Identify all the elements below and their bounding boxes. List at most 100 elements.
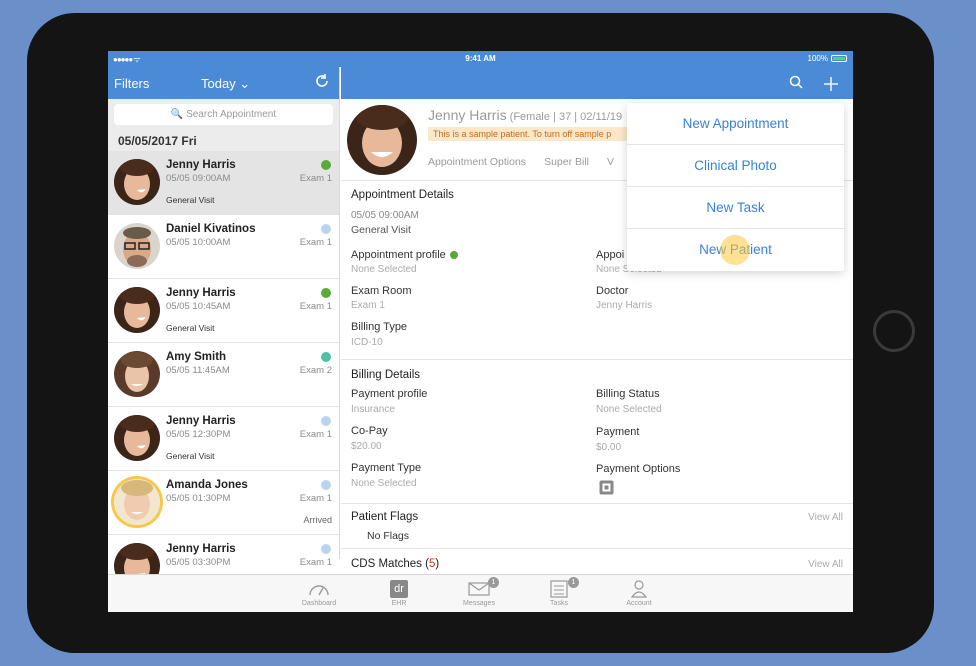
status-dot xyxy=(321,288,331,298)
copay-value[interactable]: $20.00 xyxy=(351,441,382,452)
tab-label: Messages xyxy=(463,600,495,607)
list-item[interactable]: Jenny Harris 05/05 10:45AM General Visit… xyxy=(108,279,339,343)
tab-messages[interactable]: 1 Messages xyxy=(449,577,509,607)
ehr-icon: dr xyxy=(369,578,429,600)
patient-name: Jenny Harris xyxy=(166,415,236,427)
tasks-icon: 1 xyxy=(529,577,589,600)
billing-type-value[interactable]: ICD-10 xyxy=(351,337,383,348)
patient-flags-view-all[interactable]: View All xyxy=(808,512,843,523)
status-dot xyxy=(321,480,331,490)
billing-status-value[interactable]: None Selected xyxy=(596,404,662,415)
cds-matches-view-all[interactable]: View All xyxy=(808,559,843,570)
payment-profile-label: Payment profile xyxy=(351,388,428,400)
visit-type: General Visit xyxy=(166,195,215,205)
billing-type-label: Billing Type xyxy=(351,321,408,333)
appointment-profile-text: Appointment profile xyxy=(351,249,446,261)
search-bar: 🔍 Search Appointment xyxy=(108,99,339,131)
tap-indicator xyxy=(720,235,750,265)
tab-appointment-options[interactable]: Appointment Options xyxy=(428,156,526,168)
menu-item-new-appointment[interactable]: New Appointment xyxy=(627,103,844,145)
tab-v[interactable]: V xyxy=(607,156,614,168)
sample-patient-notice: This is a sample patient. To turn off sa… xyxy=(428,127,628,141)
status-dot xyxy=(321,416,331,426)
avatar xyxy=(114,479,160,525)
tab-label: Tasks xyxy=(550,600,568,607)
filters-button[interactable]: Filters xyxy=(114,76,149,91)
appointment-time: 05/05 11:45AM xyxy=(166,365,230,376)
divider xyxy=(341,548,853,549)
patient-flags-title: Patient Flags xyxy=(351,511,419,523)
patient-tabs: Appointment Options Super Bill V xyxy=(428,156,614,168)
appointment-time: 05/05 03:30PM xyxy=(166,557,231,568)
patient-name: Jenny Harris xyxy=(166,287,236,299)
payment-type-value[interactable]: None Selected xyxy=(351,478,417,489)
status-dot xyxy=(321,160,331,170)
list-item[interactable]: Daniel Kivatinos 05/05 10:00AM Exam 1 xyxy=(108,215,339,279)
appointment-datetime: 05/05 09:00AM xyxy=(351,210,419,221)
avatar xyxy=(114,223,160,269)
appointment-list: Jenny Harris 05/05 09:00AM General Visit… xyxy=(108,151,339,575)
avatar xyxy=(114,351,160,397)
exam-room: Exam 1 xyxy=(299,557,332,568)
avatar xyxy=(114,159,160,205)
payment-profile-value[interactable]: Insurance xyxy=(351,404,395,415)
patient-name: Jenny Harris xyxy=(166,159,236,171)
visit-type: General Visit xyxy=(351,224,411,236)
patient-meta: (Female | 37 | 02/11/19 xyxy=(506,111,623,123)
search-icon[interactable] xyxy=(789,75,803,92)
today-dropdown[interactable]: Today ⌄ xyxy=(201,76,250,92)
app-screen: ●●●●● ᯤ 9:41 AM 100% Filters Today ⌄ 🔍 S… xyxy=(108,51,853,612)
tab-tasks[interactable]: 1 Tasks xyxy=(529,577,589,607)
tab-account[interactable]: Account xyxy=(609,578,669,607)
cds-title-text: CDS Matches ( xyxy=(351,558,429,570)
arrived-status: Arrived xyxy=(303,515,332,525)
exam-room: Exam 1 xyxy=(299,429,332,440)
visit-type: General Visit xyxy=(166,451,215,461)
battery-indicator: 100% xyxy=(808,54,847,63)
patient-flags-value: No Flags xyxy=(367,530,410,542)
add-icon[interactable] xyxy=(823,70,839,98)
patient-name: Daniel Kivatinos xyxy=(166,223,256,235)
refresh-icon[interactable] xyxy=(314,73,330,94)
payment-options-label: Payment Options xyxy=(596,463,681,475)
exam-room: Exam 1 xyxy=(299,301,332,312)
exam-room: Exam 2 xyxy=(299,365,332,376)
list-item[interactable]: Jenny Harris 05/05 09:00AM General Visit… xyxy=(108,151,339,215)
appointment-profile-label[interactable]: Appointment profile xyxy=(351,249,458,261)
list-item[interactable]: Amy Smith 05/05 11:45AM Exam 2 xyxy=(108,343,339,407)
menu-item-clinical-photo[interactable]: Clinical Photo xyxy=(627,145,844,187)
appointment-time: 05/05 10:45AM xyxy=(166,301,231,312)
square-reader-icon[interactable] xyxy=(599,480,614,500)
billing-details-title: Billing Details xyxy=(351,369,421,381)
bottom-tab-bar: Dashboard dr EHR 1 Messages 1 Tasks Acco… xyxy=(108,574,853,612)
list-item[interactable]: Amanda Jones 05/05 01:30PM Exam 1 Arrive… xyxy=(108,471,339,535)
payment-value[interactable]: $0.00 xyxy=(596,442,621,453)
patient-name-heading: Jenny Harris (Female | 37 | 02/11/19 xyxy=(428,107,622,123)
divider xyxy=(341,503,853,504)
tab-label: EHR xyxy=(391,600,407,607)
tab-dashboard[interactable]: Dashboard xyxy=(289,578,349,607)
list-item[interactable]: Jenny Harris 05/05 03:30PM Exam 1 xyxy=(108,535,339,575)
menu-item-new-task[interactable]: New Task xyxy=(627,187,844,229)
patient-avatar xyxy=(347,105,417,175)
tab-ehr[interactable]: dr EHR xyxy=(369,578,429,607)
billing-status-label: Billing Status xyxy=(596,388,660,400)
copay-label: Co-Pay xyxy=(351,425,388,437)
doctor-label: Doctor xyxy=(596,285,629,297)
appointment-time: 05/05 10:00AM xyxy=(166,237,231,248)
right-nav-bar xyxy=(341,67,853,99)
account-icon xyxy=(609,578,669,600)
visit-type: General Visit xyxy=(166,323,215,333)
cds-close-paren: ) xyxy=(435,558,440,570)
tab-super-bill[interactable]: Super Bill xyxy=(544,156,589,168)
search-input[interactable]: 🔍 Search Appointment xyxy=(114,104,333,125)
avatar xyxy=(114,415,160,461)
tab-label: Dashboard xyxy=(301,600,337,607)
doctor-value[interactable]: Jenny Harris xyxy=(596,300,652,311)
home-button[interactable] xyxy=(873,310,915,352)
appointment-profile-value: None Selected xyxy=(351,264,417,275)
avatar xyxy=(114,543,160,574)
list-item[interactable]: Jenny Harris 05/05 12:30PM General Visit… xyxy=(108,407,339,471)
dashboard-icon xyxy=(289,578,349,600)
exam-room-value[interactable]: Exam 1 xyxy=(351,300,385,311)
